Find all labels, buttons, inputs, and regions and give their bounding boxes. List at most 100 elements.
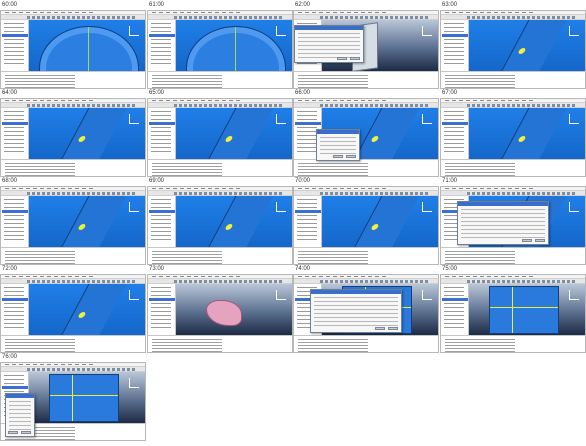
- frame-timestamp: 60:00: [2, 2, 18, 8]
- cad-model-geometry: [39, 26, 139, 71]
- model-tree-panel: [441, 20, 469, 71]
- dialog-content: [314, 297, 398, 329]
- video-frame-thumbnail[interactable]: 60:00: [0, 1, 146, 89]
- dialog-ok-button: [375, 327, 385, 330]
- axis-triad-icon: [422, 202, 432, 212]
- cad-model-geometry: [54, 284, 130, 335]
- message-console: [441, 335, 585, 352]
- axis-triad-icon: [276, 202, 286, 212]
- axis-triad-icon: [276, 114, 286, 124]
- model-tree-panel: [148, 20, 176, 71]
- cad-model-geometry: [347, 196, 423, 247]
- graphics-viewport: [29, 108, 145, 159]
- video-frame-thumbnail[interactable]: 62:00: [293, 1, 439, 89]
- frame-timestamp: 75:00: [442, 266, 458, 272]
- frame-timestamp: 66:00: [295, 90, 311, 96]
- selected-tree-item: [295, 210, 321, 213]
- dialog-window: [316, 129, 360, 161]
- cad-model-geometry: [494, 108, 570, 159]
- video-frame-thumbnail[interactable]: 70:00: [293, 177, 439, 265]
- cad-app-screenshot: [0, 186, 146, 265]
- cad-model-geometry: [494, 20, 570, 71]
- video-frame-thumbnail[interactable]: 73:00: [147, 265, 293, 353]
- selected-tree-item: [442, 34, 468, 37]
- graphics-viewport: [176, 20, 292, 71]
- axis-triad-icon: [129, 114, 139, 124]
- cad-app-screenshot: [440, 98, 586, 177]
- cad-app-screenshot: [293, 186, 439, 265]
- dialog-title-bar: [6, 394, 34, 398]
- cad-app-screenshot: [147, 274, 293, 353]
- cad-app-screenshot: [0, 274, 146, 353]
- dialog-window: [457, 201, 549, 245]
- cad-model-geometry: [186, 26, 286, 71]
- dialog-ok-button: [333, 155, 343, 158]
- axis-triad-icon: [129, 378, 139, 388]
- graphics-viewport: [29, 20, 145, 71]
- video-frame-thumbnail[interactable]: 74:00: [293, 265, 439, 353]
- dialog-cancel-button: [346, 155, 356, 158]
- dialog-title-bar: [311, 290, 401, 294]
- dialog-title-bar: [317, 130, 359, 134]
- video-frame-thumbnail[interactable]: 66:00: [293, 89, 439, 177]
- axis-triad-icon: [422, 290, 432, 300]
- graphics-viewport: [176, 108, 292, 159]
- video-frame-thumbnail[interactable]: 65:00: [147, 89, 293, 177]
- cad-app-screenshot: [440, 186, 586, 265]
- axis-triad-icon: [569, 114, 579, 124]
- model-tree-panel: [1, 284, 29, 335]
- video-frame-thumbnail[interactable]: 68:00: [0, 177, 146, 265]
- graphics-viewport: [176, 284, 292, 335]
- video-frame-thumbnail[interactable]: 71:00: [440, 177, 586, 265]
- frame-timestamp: 61:00: [149, 2, 165, 8]
- video-frame-thumbnail[interactable]: 76:00: [0, 353, 146, 441]
- selected-tree-item: [2, 34, 28, 37]
- message-console: [1, 159, 145, 176]
- dialog-cancel-button: [350, 57, 360, 60]
- graphics-viewport: [29, 196, 145, 247]
- dialog-ok-button: [8, 431, 18, 434]
- video-frame-thumbnail[interactable]: 72:00: [0, 265, 146, 353]
- dialog-cancel-button: [21, 431, 31, 434]
- selected-tree-item: [149, 298, 175, 301]
- video-frame-thumbnail[interactable]: 75:00: [440, 265, 586, 353]
- cad-model-geometry: [54, 108, 130, 159]
- message-console: [1, 335, 145, 352]
- dialog-title-bar: [458, 202, 548, 206]
- video-frame-thumbnail[interactable]: 63:00: [440, 1, 586, 89]
- frame-timestamp: 63:00: [442, 2, 458, 8]
- axis-triad-icon: [276, 290, 286, 300]
- axis-triad-icon: [569, 202, 579, 212]
- dialog-window: [294, 25, 364, 63]
- cad-app-screenshot: [293, 10, 439, 89]
- graphics-viewport: [29, 372, 145, 423]
- dialog-window: [310, 289, 402, 333]
- message-console: [294, 335, 438, 352]
- frame-timestamp: 74:00: [295, 266, 311, 272]
- cad-model-geometry: [49, 374, 119, 422]
- video-frame-thumbnail[interactable]: 64:00: [0, 89, 146, 177]
- axis-triad-icon: [569, 26, 579, 36]
- model-tree-panel: [441, 108, 469, 159]
- cad-app-screenshot: [0, 10, 146, 89]
- axis-triad-icon: [569, 290, 579, 300]
- video-frame-thumbnail[interactable]: 69:00: [147, 177, 293, 265]
- graphics-viewport: [322, 196, 438, 247]
- frame-timestamp: 67:00: [442, 90, 458, 96]
- cad-app-screenshot: [0, 362, 146, 441]
- cad-app-screenshot: [147, 98, 293, 177]
- cad-model-geometry: [201, 196, 277, 247]
- axis-triad-icon: [129, 26, 139, 36]
- cad-model-geometry: [201, 108, 277, 159]
- cad-app-screenshot: [0, 98, 146, 177]
- model-tree-panel: [441, 284, 469, 335]
- frame-timestamp: 71:00: [442, 178, 458, 184]
- cad-model-geometry: [206, 300, 242, 326]
- cad-app-screenshot: [440, 10, 586, 89]
- message-console: [294, 159, 438, 176]
- selected-tree-item: [149, 210, 175, 213]
- video-frame-thumbnail[interactable]: 67:00: [440, 89, 586, 177]
- video-frame-thumbnail[interactable]: 61:00: [147, 1, 293, 89]
- model-tree-panel: [148, 284, 176, 335]
- model-tree-panel: [148, 196, 176, 247]
